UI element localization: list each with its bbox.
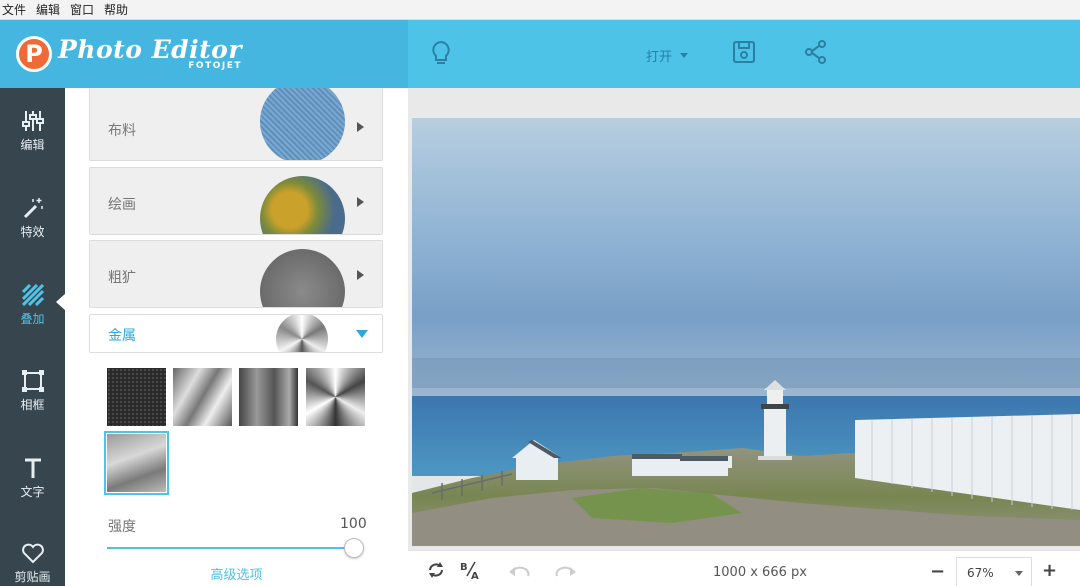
share-icon[interactable] — [804, 40, 828, 68]
fabric-thumbnail — [260, 88, 345, 160]
painting-thumbnail — [260, 176, 345, 234]
logo-text: Photo Editor FOTOJET — [58, 35, 243, 72]
menu-file[interactable]: 文件 — [2, 1, 26, 18]
menu-window[interactable]: 窗口 — [70, 1, 94, 18]
overlay-category-metal[interactable]: 金属 — [89, 314, 383, 353]
sliders-icon — [21, 110, 44, 131]
photo-canvas[interactable] — [412, 118, 1080, 546]
chevron-right-icon — [357, 270, 364, 280]
undo-icon[interactable] — [508, 563, 530, 582]
zoom-select[interactable]: 67% — [956, 557, 1032, 586]
app-header-logo: P Photo Editor FOTOJET — [0, 20, 408, 88]
chevron-down-icon — [356, 330, 368, 338]
nav-clipart[interactable]: 剪贴画 — [0, 528, 65, 586]
compare-before-after-icon[interactable]: BA — [460, 560, 482, 584]
nav-edit[interactable]: 编辑 — [0, 96, 65, 166]
redo-icon[interactable] — [555, 563, 577, 582]
svg-text:A: A — [471, 571, 479, 580]
metal-swatch[interactable] — [173, 368, 232, 426]
frame-icon — [21, 369, 44, 392]
save-icon[interactable] — [732, 40, 756, 68]
intensity-value: 100 — [340, 516, 367, 532]
chevron-down-icon — [1015, 571, 1023, 576]
chevron-right-icon — [357, 197, 364, 207]
intensity-slider-handle[interactable] — [344, 538, 364, 558]
heart-icon — [21, 543, 44, 563]
overlay-category-fabric[interactable]: 布料 — [89, 88, 383, 161]
open-button[interactable]: 打开 — [646, 46, 689, 65]
fotojet-logo-icon: P — [16, 36, 52, 72]
top-toolbar: 打开 — [408, 20, 1080, 88]
metal-swatch[interactable] — [107, 368, 166, 426]
magic-wand-icon — [23, 197, 43, 218]
menu-bar: 文件 编辑 窗口 帮助 — [0, 0, 1080, 20]
overlay-panel: 布料 绘画 粗犷 金属 强度 100 高级选项 — [65, 88, 408, 586]
bottom-toolbar: BA 1000 x 666 px − 67% + — [408, 550, 1080, 586]
category-label: 布料 — [108, 123, 136, 139]
nav-effects[interactable]: 特效 — [0, 183, 65, 253]
category-label: 绘画 — [108, 197, 136, 213]
overlay-stripes-icon — [21, 283, 44, 306]
category-label: 粗犷 — [108, 270, 136, 286]
overlay-category-grunge[interactable]: 粗犷 — [89, 240, 383, 308]
nav-effects-label: 特效 — [20, 224, 45, 239]
menu-help[interactable]: 帮助 — [104, 1, 128, 18]
left-nav: 编辑 特效 叠加 相框 文字 剪贴画 — [0, 88, 65, 586]
advanced-options-link[interactable]: 高级选项 — [65, 564, 408, 583]
metal-swatch-selected[interactable] — [104, 431, 169, 495]
nav-frame[interactable]: 相框 — [0, 356, 65, 426]
chevron-down-icon — [680, 53, 689, 58]
overlay-category-painting[interactable]: 绘画 — [89, 167, 383, 235]
nav-edit-label: 编辑 — [20, 137, 45, 152]
nav-overlay-label: 叠加 — [20, 311, 45, 326]
lightbulb-icon[interactable] — [430, 40, 452, 72]
canvas-area — [408, 88, 1080, 550]
image-dimensions: 1000 x 666 px — [713, 565, 807, 580]
rotate-icon[interactable] — [426, 561, 446, 583]
metal-swatch[interactable] — [306, 368, 365, 426]
text-icon — [24, 458, 41, 478]
metal-thumbnail — [276, 315, 328, 352]
menu-edit[interactable]: 编辑 — [36, 1, 60, 18]
nav-text-label: 文字 — [20, 484, 45, 499]
intensity-slider-track[interactable] — [107, 547, 355, 549]
chevron-right-icon — [357, 122, 364, 132]
grunge-thumbnail — [260, 249, 345, 307]
logo-subtitle: FOTOJET — [188, 61, 243, 71]
nav-text[interactable]: 文字 — [0, 443, 65, 513]
svg-text:B: B — [460, 562, 468, 573]
zoom-out-button[interactable]: − — [930, 561, 945, 582]
open-label: 打开 — [646, 50, 673, 65]
nav-clipart-label: 剪贴画 — [14, 569, 51, 584]
active-nav-pointer — [56, 293, 66, 311]
zoom-value: 67% — [967, 566, 994, 580]
nav-frame-label: 相框 — [20, 397, 45, 412]
category-label: 金属 — [108, 328, 136, 344]
logo-title: Photo Editor — [58, 35, 243, 64]
metal-swatch[interactable] — [239, 368, 298, 426]
zoom-in-button[interactable]: + — [1042, 560, 1057, 581]
intensity-label: 强度 — [108, 519, 136, 535]
